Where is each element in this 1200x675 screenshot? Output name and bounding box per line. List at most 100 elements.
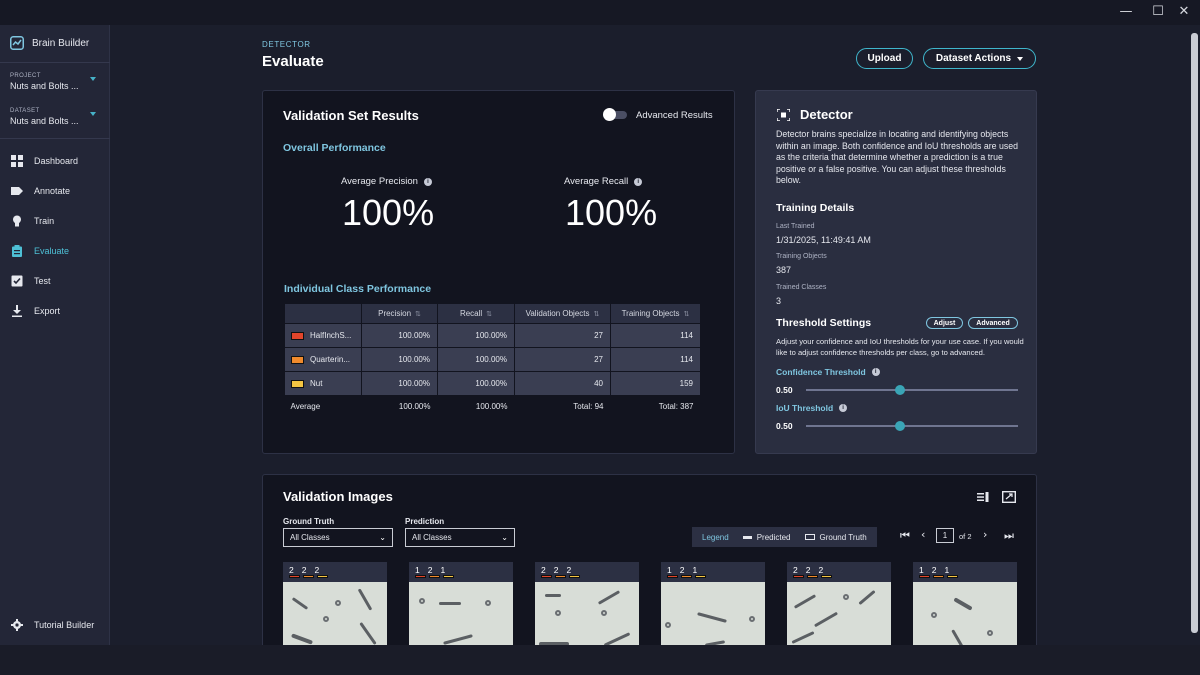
iou-slider-track[interactable] (806, 425, 1018, 427)
project-selector[interactable]: PROJECT Nuts and Bolts ... (10, 73, 100, 91)
dataset-selector[interactable]: DATASET Nuts and Bolts ... (10, 108, 100, 126)
legend-ground-truth-label: Ground Truth (819, 532, 867, 542)
table-row[interactable]: Nut 100.00% 100.00% 40 159 (284, 371, 701, 396)
close-icon[interactable]: ✕ (1176, 4, 1192, 20)
validation-objects-cell: 27 (514, 347, 611, 372)
average-precision-cell: 100.00% (361, 395, 438, 418)
table-row[interactable]: HalfInchS... 100.00% 100.00% 27 114 (284, 323, 701, 348)
sidebar-item-tutorial-builder[interactable]: Tutorial Builder (0, 612, 109, 638)
sidebar: Brain Builder PROJECT Nuts and Bolts ...… (0, 25, 110, 645)
overall-performance-title: Overall Performance (283, 142, 386, 154)
sidebar-item-label: Dashboard (34, 156, 79, 166)
sidebar-item-label: Train (34, 216, 55, 226)
info-icon[interactable]: i (423, 177, 432, 186)
class-counts: 121 (667, 565, 697, 575)
sidebar-item-evaluate[interactable]: Evaluate (0, 238, 109, 264)
count: 2 (793, 565, 798, 575)
avg-precision-value: 100% (342, 192, 435, 233)
lightbulb-icon (13, 215, 21, 227)
adjust-button[interactable]: Adjust (926, 317, 963, 329)
main-scrollbar[interactable] (1188, 25, 1200, 645)
threshold-settings-title: Threshold Settings (776, 317, 872, 329)
training-objects-value: 387 (776, 265, 792, 275)
expand-icon[interactable] (1002, 491, 1016, 503)
class-name: Nut (310, 379, 323, 388)
detector-description: Detector brains specialize in locating a… (776, 129, 1019, 186)
info-icon[interactable]: i (871, 368, 880, 376)
average-label: Average (284, 395, 362, 418)
table-header-training-objects[interactable]: Training Objects ⇅ (610, 303, 701, 324)
image-thumbnail[interactable]: 121 (409, 562, 513, 645)
dashboard-icon (11, 155, 23, 167)
scrollbar-thumb[interactable] (1191, 33, 1198, 633)
sidebar-item-export[interactable]: Export (0, 298, 109, 324)
last-page-icon[interactable]: ⏭ (1004, 529, 1014, 543)
class-color-bars (793, 575, 832, 578)
confidence-threshold-value: 0.50 (776, 385, 793, 395)
advanced-results-toggle[interactable] (603, 108, 627, 121)
sidebar-item-annotate[interactable]: Annotate (0, 178, 109, 204)
precision-cell: 100.00% (361, 323, 438, 348)
first-page-icon[interactable]: ⏮ (900, 529, 910, 543)
advanced-results-label: Advanced Results (636, 110, 713, 121)
thumbnail-image (535, 582, 639, 645)
caret-down-icon (1017, 56, 1024, 61)
class-color-bars (415, 575, 454, 578)
iou-slider-handle[interactable] (895, 421, 905, 431)
image-thumbnail[interactable]: 222 (535, 562, 639, 645)
table-header-validation-objects[interactable]: Validation Objects ⇅ (514, 303, 611, 324)
caret-down-icon (90, 77, 96, 81)
class-name-cell: HalfInchS... (284, 323, 362, 348)
prediction-select[interactable]: All Classes ⌄ (405, 528, 515, 547)
class-name-cell: Nut (284, 371, 362, 396)
chevron-down-icon: ⌄ (501, 533, 508, 542)
next-page-icon[interactable]: › (983, 528, 987, 541)
table-header-recall[interactable]: Recall ⇅ (437, 303, 515, 324)
dataset-actions-button[interactable]: Dataset Actions (923, 48, 1036, 69)
count: 1 (415, 565, 420, 575)
avg-recall-label: Average Recall i (564, 176, 643, 187)
previous-page-icon[interactable]: ‹ (921, 528, 925, 541)
table-header-precision[interactable]: Precision ⇅ (361, 303, 438, 324)
count: 1 (919, 565, 924, 575)
legend-predicted-label: Predicted (756, 532, 791, 542)
brand[interactable]: Brain Builder (10, 35, 89, 51)
sidebar-divider (0, 138, 110, 139)
sidebar-item-train[interactable]: Train (0, 208, 109, 234)
table-row[interactable]: Quarterin... 100.00% 100.00% 27 114 (284, 347, 701, 372)
page-input[interactable]: 1 (936, 528, 954, 543)
dataset-caption: DATASET (10, 108, 40, 114)
advanced-button[interactable]: Advanced (968, 317, 1018, 329)
validation-results-title: Validation Set Results (283, 108, 419, 123)
class-color-bars (289, 575, 328, 578)
recall-cell: 100.00% (437, 347, 515, 372)
ground-truth-select[interactable]: All Classes ⌄ (283, 528, 393, 547)
avg-recall-value: 100% (565, 192, 658, 233)
upload-button[interactable]: Upload (856, 48, 913, 69)
sidebar-item-dashboard[interactable]: Dashboard (0, 148, 109, 174)
count: 2 (314, 565, 320, 575)
count: 1 (692, 565, 698, 575)
maximize-icon[interactable]: ☐ (1150, 4, 1166, 20)
confidence-threshold-text: Confidence Threshold (776, 367, 866, 377)
box-icon (804, 534, 815, 541)
sidebar-item-label: Evaluate (34, 246, 70, 256)
minimize-icon[interactable]: — (1118, 4, 1134, 20)
sidebar-item-label: Tutorial Builder (34, 620, 95, 630)
confidence-slider-handle[interactable] (895, 385, 905, 395)
class-counts: 222 (289, 565, 319, 575)
info-icon[interactable]: i (839, 404, 848, 412)
image-thumbnail[interactable]: 222 (787, 562, 891, 645)
confidence-slider-track[interactable] (806, 389, 1018, 391)
image-thumbnail[interactable]: 222 (283, 562, 387, 645)
info-icon[interactable]: i (634, 177, 643, 186)
trained-classes-value: 3 (776, 296, 782, 306)
table-average-row: Average 100.00% 100.00% Total: 94 Total:… (284, 395, 701, 418)
sidebar-item-test[interactable]: Test (0, 268, 109, 294)
prediction-label: Prediction (405, 517, 445, 526)
class-color-swatch (291, 379, 304, 388)
list-view-icon[interactable] (977, 492, 989, 502)
count: 2 (931, 565, 937, 575)
image-thumbnail[interactable]: 121 (913, 562, 1017, 645)
image-thumbnail[interactable]: 121 (661, 562, 765, 645)
